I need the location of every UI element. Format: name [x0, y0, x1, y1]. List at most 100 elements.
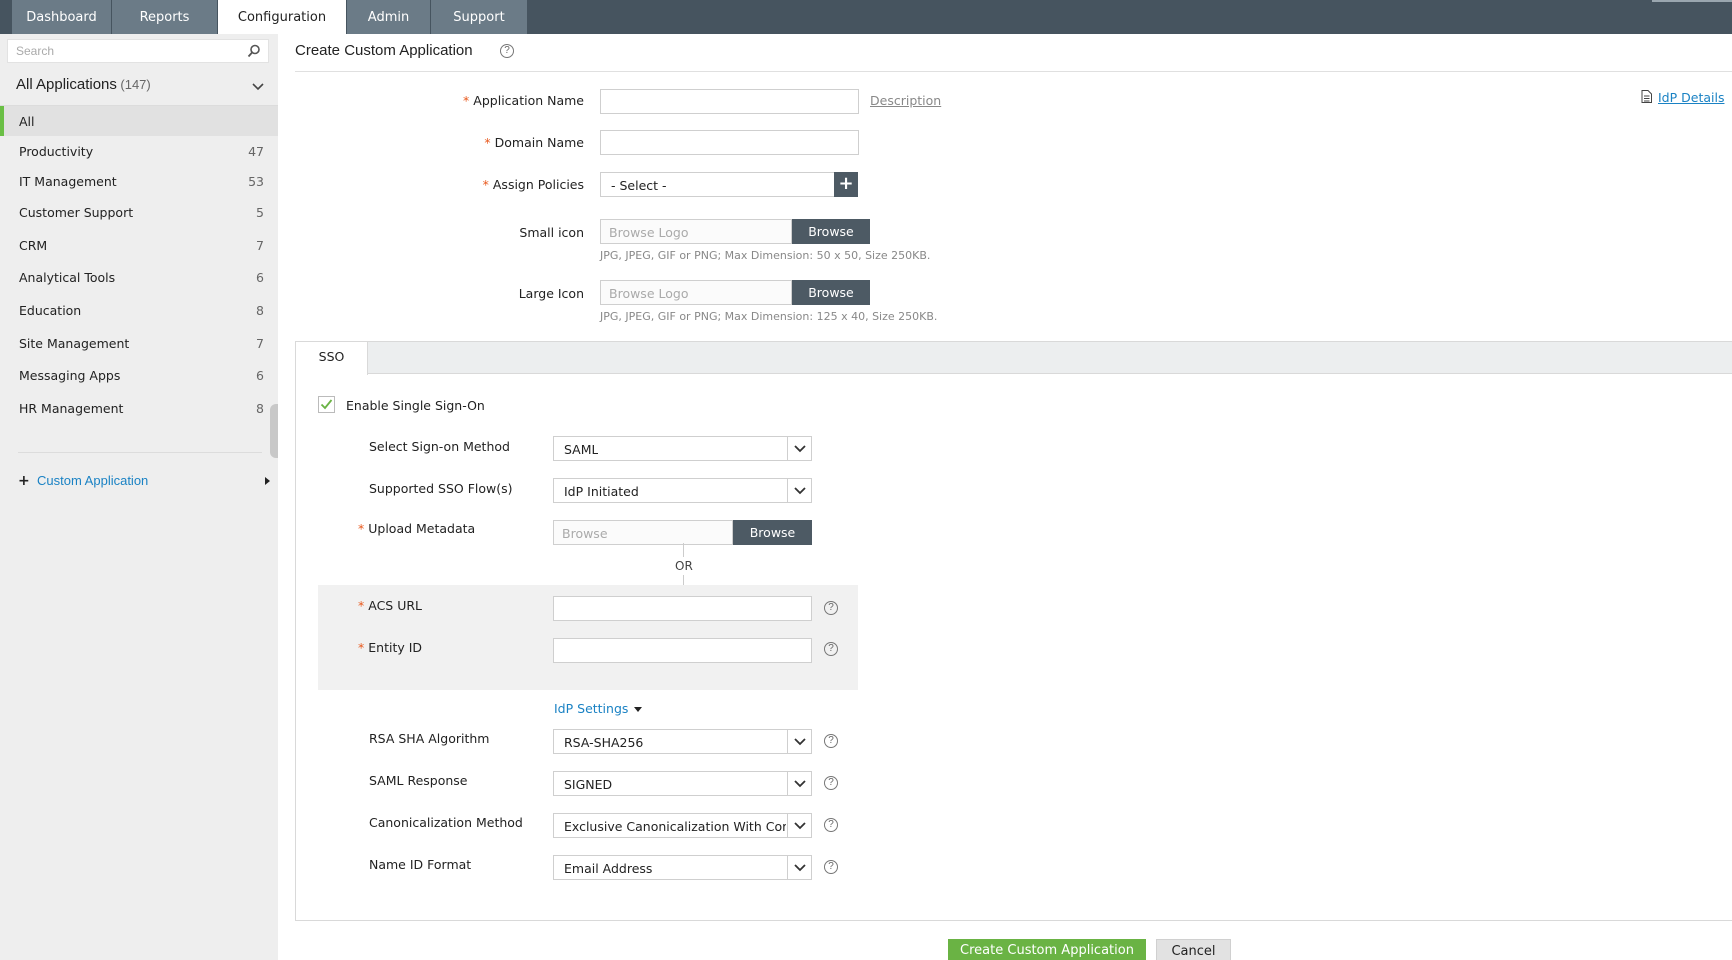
- domain-name-label: * Domain Name: [484, 135, 584, 150]
- help-icon[interactable]: ?: [824, 601, 838, 615]
- small-icon-browse-button[interactable]: Browse: [792, 219, 870, 244]
- sign-on-method-select[interactable]: SAML: [553, 436, 812, 461]
- chevron-down-icon: [787, 479, 811, 502]
- large-icon-file-field[interactable]: Browse Logo: [600, 280, 792, 305]
- saml-response-value: SIGNED: [564, 777, 613, 792]
- large-icon-upload: Browse Logo Browse: [600, 280, 870, 305]
- sidebar: Search All Applications (147) All Produc…: [0, 34, 278, 960]
- add-policy-button[interactable]: +: [834, 172, 858, 197]
- small-icon-hint: JPG, JPEG, GIF or PNG; Max Dimension: 50…: [600, 249, 931, 262]
- or-separator-line: [683, 543, 684, 557]
- saml-response-label: SAML Response: [369, 773, 468, 788]
- sidebar-item-count: 5: [256, 205, 264, 220]
- tab-dashboard[interactable]: Dashboard: [12, 0, 111, 34]
- sidebar-item-label: Customer Support: [19, 205, 134, 220]
- sidebar-item-label: Analytical Tools: [19, 270, 116, 285]
- assign-policies-select[interactable]: - Select -: [600, 172, 835, 197]
- sso-flows-label: Supported SSO Flow(s): [369, 481, 513, 496]
- chevron-down-icon: [252, 80, 264, 94]
- custom-application-link[interactable]: + Custom Application: [18, 471, 270, 491]
- domain-name-input[interactable]: [600, 130, 859, 155]
- idp-details-link[interactable]: IdP Details: [1641, 90, 1724, 105]
- sidebar-item-count: 53: [248, 174, 264, 189]
- help-icon[interactable]: ?: [824, 642, 838, 656]
- sidebar-item-customer-support[interactable]: Customer Support 5: [0, 197, 278, 227]
- small-icon-label: Small icon: [519, 225, 584, 240]
- chevron-down-icon: [787, 437, 811, 460]
- topbar-corner-accent: [1652, 0, 1732, 2]
- sign-on-method-label: Select Sign-on Method: [369, 439, 510, 454]
- help-icon[interactable]: ?: [824, 734, 838, 748]
- or-separator-line: [683, 575, 684, 585]
- upload-metadata-upload: Browse Browse: [553, 520, 812, 545]
- chevron-down-icon: [787, 730, 811, 753]
- sidebar-collapse-handle[interactable]: [270, 404, 278, 458]
- rsa-algorithm-select[interactable]: RSA-SHA256: [553, 729, 812, 754]
- saml-response-select[interactable]: SIGNED: [553, 771, 812, 796]
- large-icon-browse-button[interactable]: Browse: [792, 280, 870, 305]
- entity-id-input[interactable]: [553, 638, 812, 663]
- sidebar-item-label: Productivity: [19, 144, 94, 159]
- search-placeholder: Search: [16, 44, 55, 58]
- upload-metadata-file-field[interactable]: Browse: [553, 520, 733, 545]
- sidebar-item-it-management[interactable]: IT Management 53: [0, 166, 278, 196]
- sidebar-divider: [18, 452, 262, 453]
- enable-sso-label: Enable Single Sign-On: [346, 398, 485, 413]
- tab-reports[interactable]: Reports: [112, 0, 217, 34]
- name-id-format-label: Name ID Format: [369, 857, 472, 872]
- upload-metadata-browse-button[interactable]: Browse: [733, 520, 812, 545]
- sidebar-item-site-management[interactable]: Site Management 7: [0, 328, 278, 358]
- canonicalization-select[interactable]: Exclusive Canonicalization With Comments: [553, 813, 812, 838]
- custom-application-label: Custom Application: [37, 473, 149, 488]
- large-icon-label: Large Icon: [518, 286, 584, 301]
- search-input[interactable]: Search: [7, 39, 269, 63]
- sidebar-item-all[interactable]: All: [0, 106, 278, 136]
- application-name-input[interactable]: [600, 89, 859, 114]
- help-icon[interactable]: ?: [824, 776, 838, 790]
- name-id-format-select[interactable]: Email Address: [553, 855, 812, 880]
- tab-sso[interactable]: SSO: [296, 342, 368, 375]
- assign-policies-value: - Select -: [611, 178, 667, 193]
- all-applications-count: (147): [120, 77, 151, 92]
- help-icon[interactable]: ?: [824, 818, 838, 832]
- idp-settings-toggle[interactable]: IdP Settings: [554, 701, 643, 716]
- sso-tabstrip: SSO: [296, 342, 1732, 375]
- description-link[interactable]: Description: [870, 93, 941, 108]
- tab-configuration[interactable]: Configuration: [218, 0, 346, 34]
- assign-policies-label: * Assign Policies: [482, 177, 584, 192]
- document-icon: [1641, 90, 1652, 106]
- sidebar-item-count: 8: [256, 303, 264, 318]
- enable-sso-checkbox[interactable]: [318, 396, 335, 413]
- acs-url-input[interactable]: [553, 596, 812, 621]
- sidebar-item-label: Education: [19, 303, 82, 318]
- tab-support[interactable]: Support: [431, 0, 527, 34]
- sidebar-item-hr-management[interactable]: HR Management 8: [0, 393, 278, 423]
- all-applications-dropdown[interactable]: All Applications (147): [16, 76, 268, 98]
- sidebar-item-count: 6: [256, 270, 264, 285]
- chevron-down-icon: [787, 856, 811, 879]
- sidebar-item-label: CRM: [19, 238, 48, 253]
- help-icon[interactable]: ?: [500, 44, 514, 58]
- acs-url-label: * ACS URL: [358, 598, 423, 613]
- sidebar-item-crm[interactable]: CRM 7: [0, 230, 278, 260]
- all-applications-title: All Applications: [16, 76, 117, 93]
- tab-admin[interactable]: Admin: [347, 0, 430, 34]
- cancel-button[interactable]: Cancel: [1156, 939, 1231, 960]
- rsa-algorithm-value: RSA-SHA256: [564, 735, 644, 750]
- chevron-down-icon: [787, 772, 811, 795]
- caret-down-icon: [634, 707, 643, 712]
- sidebar-item-messaging-apps[interactable]: Messaging Apps 6: [0, 360, 278, 390]
- sidebar-item-analytical-tools[interactable]: Analytical Tools 6: [0, 262, 278, 292]
- sidebar-item-label: IT Management: [19, 174, 117, 189]
- create-custom-application-button[interactable]: Create Custom Application: [948, 939, 1146, 960]
- small-icon-file-field[interactable]: Browse Logo: [600, 219, 792, 244]
- chevron-down-icon: [787, 814, 811, 837]
- sso-flows-value: IdP Initiated: [564, 484, 639, 499]
- search-icon[interactable]: [247, 44, 261, 61]
- sidebar-item-count: 6: [256, 368, 264, 383]
- sso-flows-select[interactable]: IdP Initiated: [553, 478, 812, 503]
- help-icon[interactable]: ?: [824, 860, 838, 874]
- sidebar-item-productivity[interactable]: Productivity 47: [0, 136, 278, 166]
- plus-icon: +: [18, 473, 30, 489]
- sidebar-item-education[interactable]: Education 8: [0, 295, 278, 325]
